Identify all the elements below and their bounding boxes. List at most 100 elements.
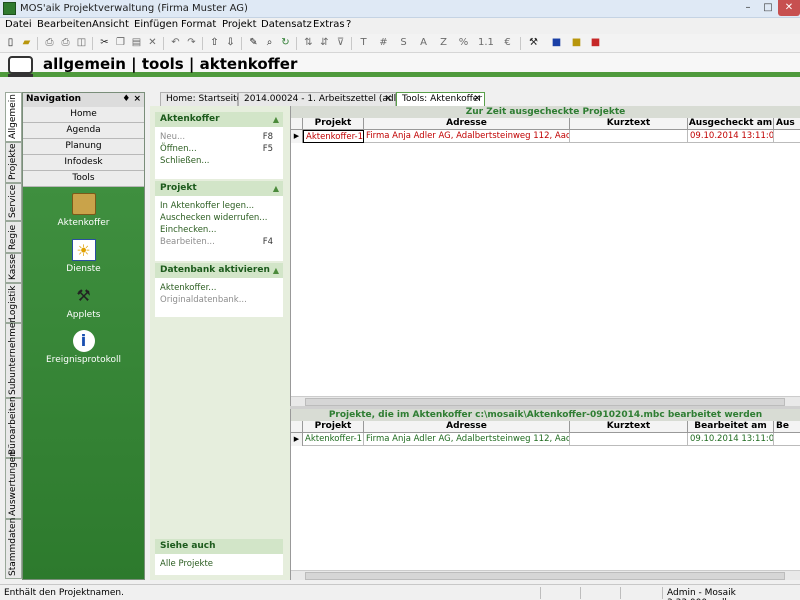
format-decimal-icon[interactable]: 1.1 <box>478 35 494 51</box>
nav-agenda[interactable]: Agenda <box>23 123 144 139</box>
column-header[interactable]: Bearbeitet am <box>688 421 774 433</box>
arrow-up-icon[interactable]: ⇧ <box>207 35 222 51</box>
task-group-header[interactable]: Projekt ▲ <box>155 181 283 196</box>
print-preview-icon[interactable]: ⎙ <box>42 35 57 51</box>
collapse-icon[interactable]: ▲ <box>273 263 279 278</box>
side-tab-subunternehmer[interactable]: Subunternehmer <box>5 319 22 398</box>
task-group-header[interactable]: Datenbank aktivieren ▲ <box>155 263 283 278</box>
undo-icon[interactable]: ↶ <box>168 35 183 51</box>
column-header[interactable]: Adresse <box>364 118 570 130</box>
column-header[interactable]: Aus <box>774 118 800 130</box>
delete-icon[interactable]: ✕ <box>145 35 160 51</box>
task-group-header[interactable]: Siehe auch <box>155 539 283 554</box>
close-button[interactable]: ✕ <box>778 0 800 16</box>
task-group-header[interactable]: Aktenkoffer ▲ <box>155 112 283 127</box>
cell-projekt[interactable]: Aktenkoffer-1 <box>303 433 364 446</box>
task-db-original[interactable]: Originaldatenbank... <box>155 294 283 306</box>
preview-icon[interactable]: ◫ <box>74 35 89 51</box>
cell-projekt[interactable]: Aktenkoffer-1 <box>303 130 364 143</box>
filter-icon[interactable]: ⊽ <box>333 35 348 51</box>
column-header[interactable]: Kurztext <box>570 118 688 130</box>
side-tab-auswertungen[interactable]: Auswertungen <box>5 451 22 519</box>
task-auschecken-widerrufen[interactable]: Auschecken widerrufen... <box>155 212 283 224</box>
menu-datensatz[interactable]: Datensatz <box>261 19 312 30</box>
format-text-icon[interactable]: T <box>356 35 371 51</box>
menu-format[interactable]: Format <box>181 19 216 30</box>
open-icon[interactable]: ▰ <box>19 35 34 51</box>
collapse-icon[interactable]: ▲ <box>273 181 279 196</box>
nav-tool-dienste[interactable]: ☀ Dienste <box>23 239 144 274</box>
menu-extras[interactable]: Extras <box>313 19 345 30</box>
column-header[interactable]: Adresse <box>364 421 570 433</box>
horizontal-scrollbar[interactable] <box>291 396 800 406</box>
format-euro-icon[interactable]: € <box>500 35 515 51</box>
close-tab-icon[interactable]: ✕ <box>384 93 392 105</box>
refresh-icon[interactable]: ↻ <box>278 35 293 51</box>
task-oeffnen[interactable]: Öffnen... F5 <box>155 143 283 155</box>
nav-planung[interactable]: Planung <box>23 139 144 155</box>
lock-yellow-icon[interactable]: ■ <box>569 35 584 51</box>
column-header[interactable]: Projekt <box>303 118 364 130</box>
pencil-icon[interactable]: ✎ <box>246 35 261 51</box>
side-tab-bueroarbeiten[interactable]: Büroarbeiten <box>5 396 22 458</box>
column-header[interactable]: Ausgecheckt am <box>688 118 774 130</box>
minimize-button[interactable]: – <box>738 0 758 16</box>
task-einchecken[interactable]: Einchecken... <box>155 224 283 236</box>
task-schliessen[interactable]: Schließen... <box>155 155 283 167</box>
format-number-icon[interactable]: # <box>376 35 391 51</box>
task-bearbeiten[interactable]: Bearbeiten... F4 <box>155 236 283 248</box>
tools-icon[interactable]: ⚒ <box>526 35 541 51</box>
paste-icon[interactable]: ▤ <box>129 35 144 51</box>
menu-projekt[interactable]: Projekt <box>222 19 257 30</box>
format-a-icon[interactable]: A <box>416 35 431 51</box>
table-row[interactable]: ▶ Aktenkoffer-1 Firma Anja Adler AG, Ada… <box>291 130 800 143</box>
format-percent-icon[interactable]: % <box>456 35 471 51</box>
pin-close-icon[interactable]: ♦ × <box>122 94 141 104</box>
column-header[interactable]: Kurztext <box>570 421 688 433</box>
table-row[interactable]: ▶ Aktenkoffer-1 Firma Anja Adler AG, Ada… <box>291 433 800 446</box>
task-db-aktenkoffer[interactable]: Aktenkoffer... <box>155 282 283 294</box>
tab-arbeitszettel[interactable]: 2014.00024 - 1. Arbeitszettel (adler) ✕ <box>238 92 409 106</box>
cell-kurztext[interactable] <box>570 130 688 143</box>
task-alle-projekte[interactable]: Alle Projekte <box>155 558 283 570</box>
lock-blue-icon[interactable]: ■ <box>549 35 564 51</box>
task-neu[interactable]: Neu... F8 <box>155 131 283 143</box>
nav-infodesk[interactable]: Infodesk <box>23 155 144 171</box>
side-tab-allgemein[interactable]: Allgemein <box>5 92 22 142</box>
lock-red-icon[interactable]: ■ <box>588 35 603 51</box>
nav-tool-applets[interactable]: ⚒ Applets <box>23 285 144 320</box>
side-tab-service[interactable]: Service <box>5 183 22 221</box>
cell-adresse[interactable]: Firma Anja Adler AG, Adalbertsteinweg 11… <box>364 130 570 143</box>
menu-help[interactable]: ? <box>346 19 351 30</box>
side-tab-stammdaten[interactable]: Stammdaten <box>5 518 22 579</box>
nav-tool-aktenkoffer[interactable]: Aktenkoffer <box>23 193 144 228</box>
side-tab-regie[interactable]: Regie <box>5 221 22 253</box>
menu-datei[interactable]: Datei <box>5 19 32 30</box>
cell-kurztext[interactable] <box>570 433 688 446</box>
sort-desc-icon[interactable]: ⇵ <box>317 35 332 51</box>
new-icon[interactable]: ▯ <box>3 35 18 51</box>
sort-asc-icon[interactable]: ⇅ <box>301 35 316 51</box>
tab-startseite[interactable]: Home: Startseite <box>160 92 242 106</box>
maximize-button[interactable]: □ <box>758 0 778 16</box>
find-icon[interactable]: ⌕ <box>262 35 277 51</box>
arrow-down-icon[interactable]: ⇩ <box>223 35 238 51</box>
column-header[interactable]: Be <box>774 421 800 433</box>
menu-ansicht[interactable]: Ansicht <box>92 19 129 30</box>
horizontal-scrollbar[interactable] <box>291 570 800 580</box>
close-tab-icon[interactable]: ✕ <box>473 93 481 105</box>
copy-icon[interactable]: ❐ <box>113 35 128 51</box>
print-icon[interactable]: ⎙ <box>58 35 73 51</box>
cell-adresse[interactable]: Firma Anja Adler AG, Adalbertsteinweg 11… <box>364 433 570 446</box>
column-header[interactable]: Projekt <box>303 421 364 433</box>
side-tab-kasse[interactable]: Kasse <box>5 253 22 283</box>
nav-home[interactable]: Home <box>23 107 144 123</box>
menu-bearbeiten[interactable]: Bearbeiten <box>37 19 92 30</box>
redo-icon[interactable]: ↷ <box>184 35 199 51</box>
side-tab-logistik[interactable]: Logistik <box>5 283 22 323</box>
side-tab-projekte[interactable]: Projekte <box>5 142 22 183</box>
task-in-aktenkoffer-legen[interactable]: In Aktenkoffer legen... <box>155 200 283 212</box>
cut-icon[interactable]: ✂ <box>97 35 112 51</box>
nav-tools[interactable]: Tools <box>23 171 144 187</box>
cell-bearbeitet-am[interactable]: 09.10.2014 13:11:01 <box>688 433 774 446</box>
